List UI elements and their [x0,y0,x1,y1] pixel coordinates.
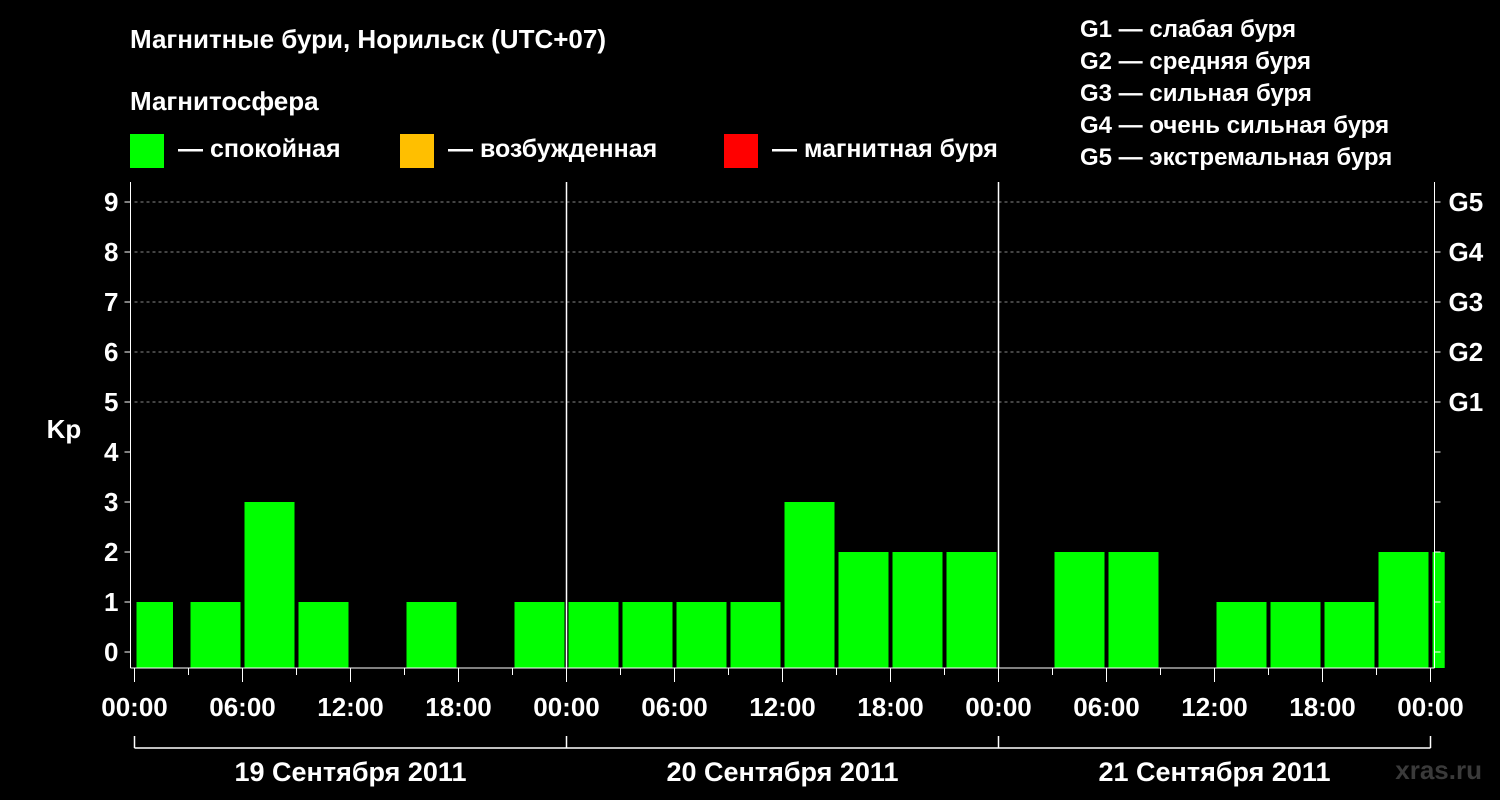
x-tick-label: 06:00 [209,692,276,722]
kp-bar [406,602,457,668]
x-tick-label: 06:00 [1073,692,1140,722]
y-tick-label: 2 [104,537,118,567]
day-label: 19 Сентября 2011 [235,757,467,787]
y-tick-label: 6 [104,337,118,367]
y-axis-label: Kp [47,414,82,444]
kp-bar [892,552,943,668]
kp-bar [1108,552,1159,668]
kp-chart: 0 1 2 3 4 5 6 7 8 9 G1 G2 G3 G4 G5 Kp 00:00 06:00 12:00 18:… [47,182,1484,787]
x-tick-label: 00:00 [101,692,168,722]
g-level-label: G2 [1449,337,1484,367]
kp-bar [838,552,889,668]
kp-bar [1054,552,1105,668]
day-label: 20 Сентября 2011 [667,757,899,787]
kp-bar [676,602,727,668]
g-level-label: G4 [1449,237,1484,267]
y-tick-label: 3 [104,487,118,517]
kp-bar [1324,602,1375,668]
kp-bar [568,602,619,668]
x-tick-label: 12:00 [749,692,816,722]
x-tick-label: 18:00 [425,692,492,722]
x-tick-label: 12:00 [317,692,384,722]
x-tick-label: 00:00 [533,692,600,722]
x-tick-label: 18:00 [1289,692,1356,722]
kp-bar [622,602,673,668]
kp-bar [190,602,241,668]
y-tick-label: 9 [104,187,118,217]
kp-bar [784,502,835,668]
kp-bar [136,602,173,668]
kp-bar [1378,552,1429,668]
y-tick-label: 5 [104,387,118,417]
y-tick-label: 4 [104,437,119,467]
day-label: 21 Сентября 2011 [1099,757,1331,787]
kp-bar [1270,602,1321,668]
g-level-label: G1 [1449,387,1484,417]
g-level-label: G5 [1449,187,1484,217]
x-tick-label: 12:00 [1181,692,1248,722]
kp-bar [946,552,997,668]
kp-bar [514,602,565,668]
kp-bar [1216,602,1267,668]
x-tick-label: 00:00 [1397,692,1464,722]
g-level-label: G3 [1449,287,1484,317]
x-tick-label: 00:00 [965,692,1032,722]
y-tick-label: 1 [104,587,118,617]
watermark: xras.ru [1395,755,1482,785]
kp-bar [298,602,349,668]
kp-bar [244,502,295,668]
x-tick-label: 18:00 [857,692,924,722]
y-tick-label: 7 [104,287,118,317]
y-tick-label: 0 [104,637,118,667]
y-tick-label: 8 [104,237,118,267]
kp-bar [730,602,781,668]
x-tick-label: 06:00 [641,692,708,722]
